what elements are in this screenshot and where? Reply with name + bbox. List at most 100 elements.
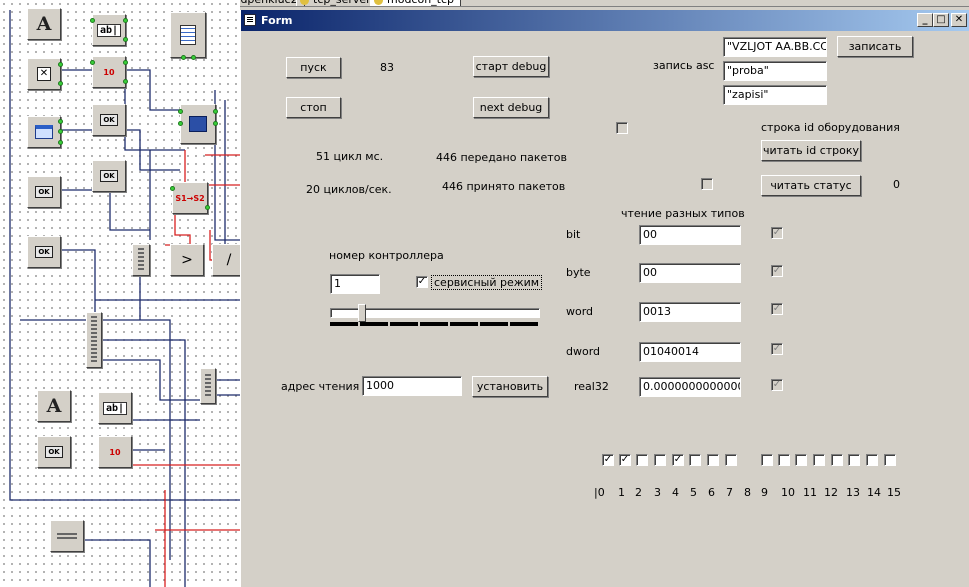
types-title: чтение разных типов (621, 207, 745, 220)
bit-label-0: |0 (594, 486, 605, 499)
bit-checkbox-13[interactable] (848, 454, 860, 466)
byte-label: byte (566, 266, 591, 279)
divide-block[interactable]: / (212, 244, 240, 276)
document-icon (180, 25, 196, 45)
byte-check: ✓ (771, 265, 783, 277)
real32-label: real32 (574, 380, 609, 393)
read-id-button[interactable]: читать id строку (761, 140, 861, 161)
taskbar-tab-modcon[interactable]: modcon_tcp (370, 0, 462, 6)
maximize-button[interactable]: □ (933, 13, 949, 27)
stop-button[interactable]: стоп (286, 97, 341, 118)
bit-check: ✓ (771, 227, 783, 239)
dword-check: ✓ (771, 343, 783, 355)
real32-check: ✓ (771, 379, 783, 391)
bit-value-field[interactable]: 00 (639, 225, 741, 245)
real32-value-field[interactable]: 0.00000000000000 (639, 377, 741, 397)
slider-block[interactable] (50, 520, 84, 552)
byte-value-field[interactable]: 00 (639, 263, 741, 283)
ok-button-block-5[interactable]: OK (37, 436, 71, 468)
bit-checkbox-11[interactable] (813, 454, 825, 466)
cycle-ms-label: 51 цикл мс. (316, 150, 384, 163)
bit-checkbox-10[interactable] (795, 454, 807, 466)
write-button[interactable]: записать (837, 36, 913, 57)
bit-label-4: 4 (672, 486, 679, 499)
bit-checkbox-15[interactable] (884, 454, 896, 466)
form-window: Form _ □ ✕ пуск стоп 83 старт debug next… (240, 10, 969, 587)
edit-block[interactable]: ab| (90, 14, 128, 46)
bit-checkbox-1[interactable]: ✓ (619, 454, 631, 466)
window-block[interactable] (27, 116, 63, 148)
asc-field-1[interactable]: "VZLJOT AA.BB.CC (723, 37, 827, 57)
bit-checkbox-2[interactable] (636, 454, 648, 466)
minimize-button[interactable]: _ (917, 13, 933, 27)
bit-label-2: 2 (635, 486, 642, 499)
form-titlebar[interactable]: Form _ □ ✕ (241, 10, 969, 31)
bit-checkbox-7[interactable] (725, 454, 737, 466)
asc-label: запись asc (653, 59, 715, 72)
bit-label-11: 11 (803, 486, 817, 499)
start-button[interactable]: пуск (286, 57, 341, 78)
device-id-label: строка id оборудования (761, 121, 900, 134)
set-address-button[interactable]: установить (472, 376, 548, 397)
start-debug-button[interactable]: старт debug (473, 56, 549, 77)
status-value: 0 (893, 178, 900, 191)
checkbox-block[interactable]: ✕ (27, 58, 63, 90)
bus-block-3[interactable] (200, 368, 216, 404)
counter-value: 83 (380, 61, 394, 74)
read-address-input[interactable]: 1000 (362, 376, 462, 396)
edit-block-2[interactable]: ab| (98, 392, 132, 424)
service-mode-label[interactable]: сервисный режим (431, 275, 543, 290)
asc-field-2[interactable]: "proba" (723, 61, 827, 81)
switch-block[interactable]: S1→S2 (170, 182, 210, 214)
bit-checkbox-6[interactable] (707, 454, 719, 466)
bit-checkbox-14[interactable] (866, 454, 878, 466)
edit-icon: ab| (102, 401, 128, 415)
asc-field-3[interactable]: "zapisi" (723, 85, 827, 105)
bus-block-2[interactable] (86, 312, 102, 368)
close-button[interactable]: ✕ (951, 13, 967, 27)
text-block-2[interactable]: A (37, 390, 71, 422)
stepper-block[interactable]: 10 (90, 56, 128, 88)
bit-checkbox-0[interactable]: ✓ (602, 454, 614, 466)
bit-checkbox-12[interactable] (831, 454, 843, 466)
compare-block[interactable]: > (170, 244, 204, 276)
ok-button-icon: OK (35, 186, 53, 198)
controller-slider-thumb[interactable] (358, 304, 367, 322)
controller-number-input[interactable]: 1 (330, 274, 380, 294)
ok-button-icon: OK (100, 114, 118, 126)
diagram-editor[interactable]: A ab| ✕ 10 OK OK OK S1→S2 OK > / A ab| O… (0, 0, 240, 587)
packets-received-label: 446 принято пакетов (442, 180, 566, 193)
text-icon: A (36, 13, 52, 35)
service-mode-checkbox[interactable]: ✓ (416, 276, 428, 288)
bit-checkbox-5[interactable] (689, 454, 701, 466)
bus-block-1[interactable] (132, 244, 150, 276)
word-label: word (566, 305, 594, 318)
next-debug-button[interactable]: next debug (473, 97, 549, 118)
read-address-label: адрес чтения (281, 380, 360, 393)
read-status-button[interactable]: читать статус (761, 175, 861, 196)
ok-button-block-4[interactable]: OK (27, 236, 61, 268)
bit-checkbox-4[interactable]: ✓ (672, 454, 684, 466)
cycles-per-sec-label: 20 циклов/сек. (306, 183, 392, 196)
ok-button-block-3[interactable]: OK (27, 176, 61, 208)
text-icon: A (46, 395, 62, 417)
bit-label-7: 7 (726, 486, 733, 499)
bit-label-13: 13 (846, 486, 860, 499)
word-value-field[interactable]: 0013 (639, 302, 741, 322)
dword-value-field[interactable]: 01040014 (639, 342, 741, 362)
bit-checkbox-3[interactable] (654, 454, 666, 466)
ok-button-block-2[interactable]: OK (92, 160, 126, 192)
screen-block[interactable] (178, 104, 218, 144)
bit-label-15: 15 (887, 486, 901, 499)
ok-button-block-1[interactable]: OK (92, 104, 126, 136)
bit-checkbox-9[interactable] (778, 454, 790, 466)
slider-icon (57, 533, 77, 539)
controller-label: номер контроллера (329, 249, 444, 262)
bit-label-8: 8 (744, 486, 751, 499)
stepper-block-2[interactable]: 10 (98, 436, 132, 468)
bit-checkbox-8[interactable] (761, 454, 773, 466)
text-block[interactable]: A (27, 8, 61, 40)
document-block[interactable] (170, 12, 206, 60)
bit-label-10: 10 (781, 486, 795, 499)
controller-slider-ticks (330, 322, 540, 326)
